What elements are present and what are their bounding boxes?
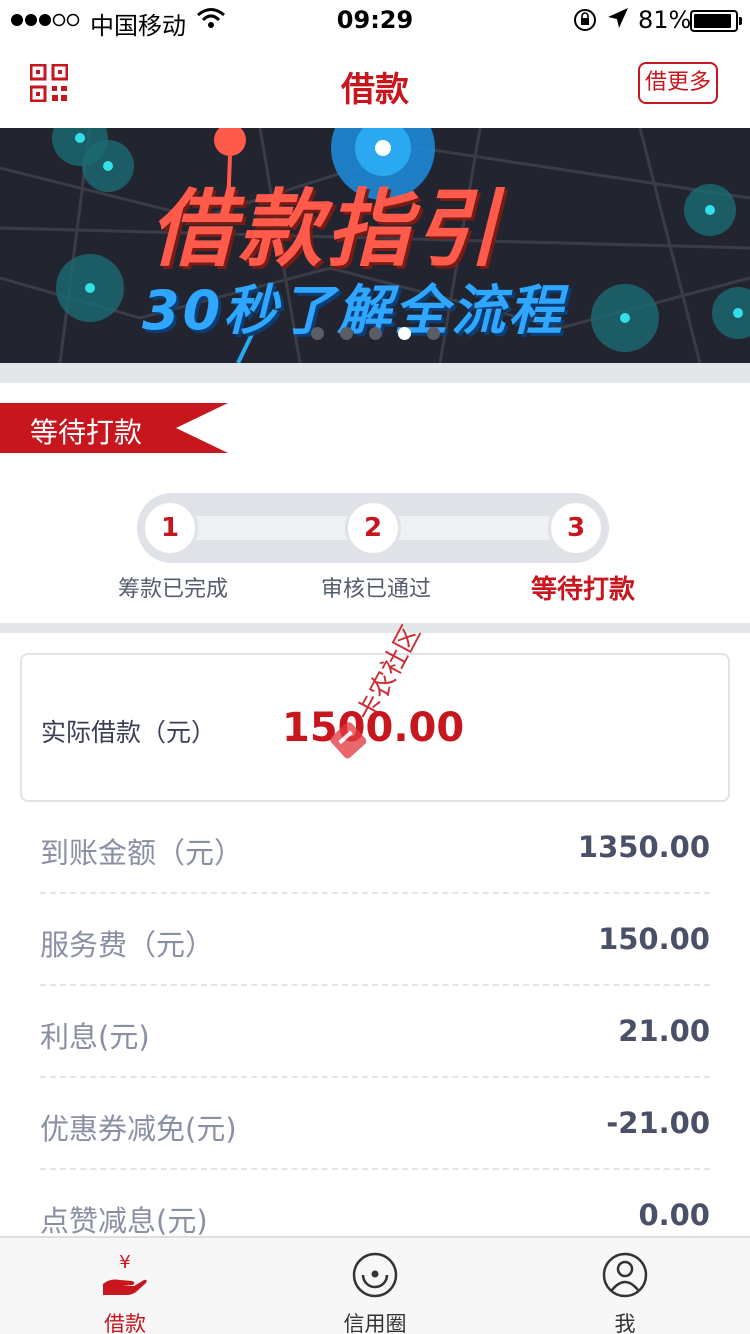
detail-value: 150.00 xyxy=(598,922,710,956)
detail-label: 优惠券减免(元) xyxy=(40,1112,237,1146)
step-circle-2: 2 xyxy=(345,500,401,556)
progress-steps: 1 2 3 筹款已完成 审核已通过 等待打款 xyxy=(0,483,750,623)
tab-credit-circle[interactable]: 信用圈 xyxy=(250,1238,500,1334)
promo-banner[interactable]: 借款指引 30秒了解全流程 xyxy=(0,128,750,363)
status-flag: 等待打款 xyxy=(0,403,228,453)
step-circle-3: 3 xyxy=(548,500,604,556)
carousel-indicators xyxy=(0,325,750,344)
battery-percentage: 81% xyxy=(638,6,692,34)
status-flag-text: 等待打款 xyxy=(30,416,143,449)
tab-loan[interactable]: ¥ 借款 xyxy=(0,1238,250,1334)
detail-row-coupon-discount: 优惠券减免(元) -21.00 xyxy=(40,1078,710,1170)
location-arrow-icon xyxy=(606,6,630,36)
detail-value: -21.00 xyxy=(606,1106,710,1140)
detail-row-received-amount: 到账金额（元） 1350.00 xyxy=(40,802,710,894)
status-bar: 中国移动 09:29 81% xyxy=(0,0,750,40)
carousel-dot[interactable] xyxy=(310,327,324,340)
step-label-2: 审核已通过 xyxy=(320,577,431,602)
credit-circle-icon xyxy=(350,1250,400,1300)
actual-loan-label: 实际借款（元） xyxy=(41,718,217,747)
carousel-dot[interactable] xyxy=(368,327,382,340)
detail-label: 到账金额（元） xyxy=(40,836,244,870)
tab-label: 我 xyxy=(614,1312,636,1334)
detail-row-interest: 利息(元) 21.00 xyxy=(40,986,710,1078)
step-label-1: 筹款已完成 xyxy=(117,577,228,602)
tab-me[interactable]: 我 xyxy=(500,1238,750,1334)
carousel-dot[interactable] xyxy=(426,327,440,340)
battery-icon xyxy=(690,10,742,32)
section-divider xyxy=(0,363,750,383)
loan-hand-icon: ¥ xyxy=(100,1250,150,1300)
detail-label: 服务费（元） xyxy=(40,928,215,962)
tab-label: 信用圈 xyxy=(343,1312,407,1334)
carousel-dot[interactable] xyxy=(397,327,411,340)
navigation-bar: 借款 借更多 xyxy=(0,40,750,128)
tab-label: 借款 xyxy=(104,1312,146,1334)
user-icon xyxy=(600,1250,650,1300)
watermark-text: 卡农社区 xyxy=(351,620,427,727)
orientation-lock-icon xyxy=(572,7,598,39)
banner-headline: 借款指引 xyxy=(150,180,503,278)
detail-value: 0.00 xyxy=(638,1198,710,1232)
detail-label: 利息(元) xyxy=(40,1020,150,1054)
svg-text:¥: ¥ xyxy=(119,1252,130,1273)
detail-value: 1350.00 xyxy=(577,830,710,864)
detail-row-service-fee: 服务费（元） 150.00 xyxy=(40,894,710,986)
detail-label: 点赞减息(元) xyxy=(40,1204,208,1238)
loan-details-list: 到账金额（元） 1350.00 服务费（元） 150.00 利息(元) 21.0… xyxy=(40,802,710,1262)
step-circle-1: 1 xyxy=(142,500,198,556)
carousel-dot[interactable] xyxy=(339,327,353,340)
detail-value: 21.00 xyxy=(618,1014,710,1048)
borrow-more-button[interactable]: 借更多 xyxy=(638,62,718,104)
step-label-3: 等待打款 xyxy=(530,575,635,605)
bottom-tab-bar: ¥ 借款 信用圈 我 xyxy=(0,1236,750,1334)
